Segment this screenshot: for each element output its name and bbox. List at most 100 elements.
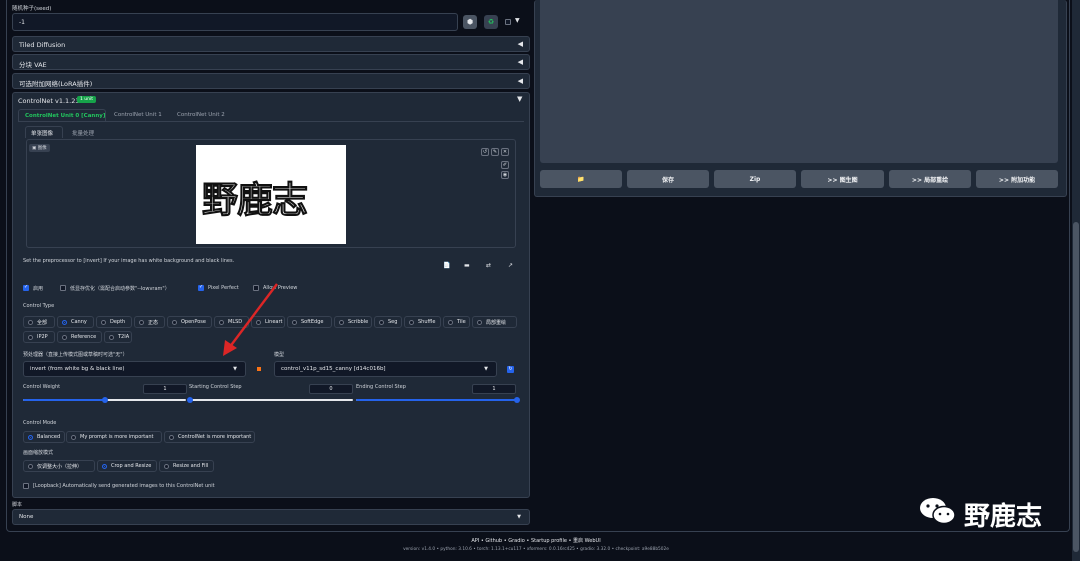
new-canvas-icon[interactable]: 📄 (443, 262, 450, 269)
end-step-slider[interactable] (356, 397, 520, 403)
script-select[interactable]: None ▼ (12, 509, 530, 525)
radio-dot[interactable] (172, 319, 177, 325)
send-to-img2img-button[interactable]: >> 图生图 (801, 170, 884, 188)
radio-dot[interactable] (379, 319, 384, 325)
refresh-models-icon[interactable]: ↻ (507, 366, 514, 373)
control-type-option-7[interactable]: SoftEdge (287, 316, 332, 328)
send-to-extras-button[interactable]: >> 附加功能 (976, 170, 1058, 188)
page-scrollbar[interactable] (1072, 0, 1080, 561)
control-type-option-0[interactable]: 全部 (23, 316, 55, 328)
lowvram-checkbox[interactable] (60, 285, 66, 291)
tab-single-image[interactable]: 单张图像 (25, 126, 63, 138)
slider-knob[interactable] (514, 397, 520, 403)
control-type-option-extra-2[interactable]: T2IA (104, 331, 132, 343)
dropdown-caret-icon: ▼ (484, 366, 488, 372)
radio-dot[interactable] (71, 434, 76, 440)
start-step-slider[interactable] (187, 397, 353, 403)
control-weight-input[interactable]: 1 (143, 384, 187, 394)
tab-unit-1[interactable]: ControlNet Unit 1 (114, 112, 162, 118)
resize-mode-option-2[interactable]: Resize and Fill (159, 460, 214, 472)
accordion-tiled-vae[interactable]: 分块 VAE ◀ (12, 54, 530, 70)
radio-dot[interactable] (62, 334, 67, 340)
control-type-option-3[interactable]: 正态 (134, 316, 165, 328)
control-type-option-extra-label: Reference (71, 334, 97, 340)
send-to-inpaint-button[interactable]: >> 局部重绘 (889, 170, 971, 188)
zip-button[interactable]: Zip (714, 170, 796, 188)
radio-dot[interactable] (139, 319, 144, 325)
radio-dot[interactable] (62, 319, 67, 325)
control-type-option-extra-0[interactable]: IP2P (23, 331, 55, 343)
edit-icon[interactable]: ✎ (491, 148, 499, 156)
enable-checkbox[interactable] (23, 284, 29, 291)
radio-dot[interactable] (169, 434, 174, 440)
slider-fill (23, 399, 105, 401)
slider-knob[interactable] (187, 397, 193, 403)
control-type-option-label: Seg (388, 319, 398, 325)
control-mode-option-1[interactable]: My prompt is more important (66, 431, 162, 443)
resize-mode-option-1[interactable]: Crop and Resize (97, 460, 157, 472)
open-folder-button[interactable]: 📁 (540, 170, 622, 188)
control-mode-option-0[interactable]: Balanced (23, 431, 65, 443)
undo-icon[interactable]: ↺ (481, 148, 489, 156)
end-step-label: Ending Control Step (356, 384, 406, 390)
output-gallery[interactable] (540, 0, 1058, 163)
radio-dot[interactable] (28, 434, 33, 440)
radio-dot[interactable] (477, 319, 482, 325)
radio-dot[interactable] (28, 319, 33, 325)
camera-icon[interactable]: ◉ (501, 171, 509, 179)
accordion-tiled-diffusion[interactable]: Tiled Diffusion ◀ (12, 36, 530, 52)
end-step-input[interactable]: 1 (472, 384, 516, 394)
radio-dot[interactable] (102, 463, 107, 469)
accordion-additional-networks[interactable]: 可选附加网络(LoRA插件) ◀ (12, 73, 530, 89)
control-type-option-9[interactable]: Seg (374, 316, 402, 328)
reuse-seed-button[interactable]: ♻ (484, 15, 498, 29)
radio-dot[interactable] (292, 319, 297, 325)
start-step-input[interactable]: 0 (309, 384, 353, 394)
webcam-icon[interactable]: ▬ (464, 262, 470, 269)
extra-seed-checkbox[interactable] (505, 19, 511, 25)
radio-dot[interactable] (448, 319, 453, 325)
send-size-icon[interactable]: ↗ (508, 262, 513, 269)
radio-dot[interactable] (164, 463, 169, 469)
radio-dot[interactable] (339, 319, 344, 325)
save-button[interactable]: 保存 (627, 170, 709, 188)
random-seed-button[interactable]: ⬢ (463, 15, 477, 29)
footer-links[interactable]: API • Github • Gradio • Startup profile … (0, 537, 1072, 544)
control-mode-option-2[interactable]: ControlNet is more important (164, 431, 255, 443)
resize-mode-option-0[interactable]: 仅调整大小（拉伸） (23, 460, 95, 472)
control-weight-slider[interactable] (23, 397, 186, 403)
radio-dot[interactable] (109, 334, 114, 340)
radio-dot[interactable] (101, 319, 106, 325)
tab-batch[interactable]: 批量处理 (72, 129, 94, 137)
extra-seed-toggle-icon[interactable]: ▼ (515, 17, 520, 24)
pixel-perfect-checkbox[interactable] (198, 284, 204, 291)
control-type-option-12[interactable]: 局部重绘 (472, 316, 517, 328)
control-type-option-8[interactable]: Scribble (334, 316, 372, 328)
resize-mode-option-label: 仅调整大小（拉伸） (37, 463, 83, 470)
control-type-option-1[interactable]: Canny (57, 316, 94, 328)
radio-dot[interactable] (28, 334, 33, 340)
control-type-option-extra-1[interactable]: Reference (57, 331, 102, 343)
dropdown-caret-icon: ▼ (233, 366, 237, 372)
scrollbar-thumb[interactable] (1073, 222, 1079, 552)
seed-input[interactable]: -1 (12, 13, 458, 31)
radio-dot[interactable] (28, 463, 33, 469)
control-type-option-4[interactable]: OpenPose (167, 316, 212, 328)
swap-icon[interactable]: ⇄ (486, 262, 491, 269)
control-type-option-2[interactable]: Depth (96, 316, 132, 328)
preprocessor-select[interactable]: invert (from white bg & black line) ▼ (23, 361, 246, 377)
run-preprocessor-icon[interactable] (257, 367, 261, 371)
controlnet-title[interactable]: ControlNet v1.1.231 (18, 97, 84, 105)
control-mode-label: Control Mode (23, 420, 57, 426)
close-icon[interactable]: ✕ (501, 148, 509, 156)
slider-knob[interactable] (101, 397, 108, 403)
loopback-checkbox[interactable] (23, 483, 29, 489)
radio-dot[interactable] (409, 319, 414, 325)
expand-arrow-icon[interactable]: ▼ (517, 95, 522, 103)
preprocessor-label: 预处理器（直接上传模式图或草稿时可选"无"） (23, 352, 128, 358)
control-type-option-10[interactable]: Shuffle (404, 316, 441, 328)
pencil-icon[interactable]: ✐ (501, 161, 509, 169)
control-type-option-11[interactable]: Tile (443, 316, 470, 328)
tab-unit-2[interactable]: ControlNet Unit 2 (177, 112, 225, 118)
model-select[interactable]: control_v11p_sd15_canny [d14c016b] ▼ (274, 361, 497, 377)
